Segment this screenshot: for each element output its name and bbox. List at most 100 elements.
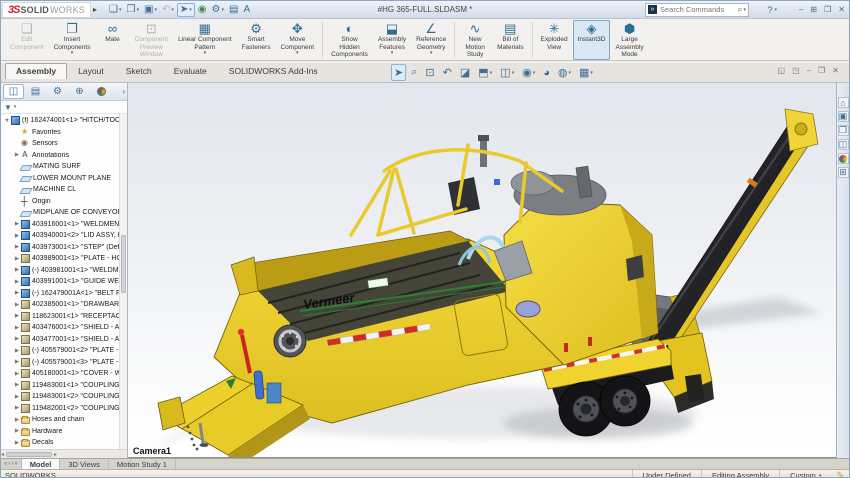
viewport-3d-model[interactable]: Vermeer <box>128 83 836 457</box>
tree-item[interactable]: ▶119482001<2> "COUPLING <box>1 403 127 415</box>
assembly-features-button[interactable]: ⬓AssemblyFeatures▾ <box>373 20 411 60</box>
tree-item[interactable]: ▼(f) 162474001<1> "HITCH/TOO <box>1 115 127 127</box>
expander-icon[interactable]: ▶ <box>13 336 21 342</box>
configurationmanager-tab[interactable]: ⚙ <box>47 84 68 99</box>
reference-geometry-button[interactable]: ∠ReferenceGeometry▾ <box>411 20 451 60</box>
tab-solidworks-add-ins[interactable]: SOLIDWORKS Add-Ins <box>218 63 329 79</box>
propertymanager-tab[interactable]: ▤ <box>25 84 46 99</box>
dropdown-caret-icon[interactable]: ▾ <box>119 5 122 15</box>
view-settings-button[interactable]: ▦▾ <box>576 64 596 81</box>
expander-icon[interactable]: ▶ <box>13 221 21 227</box>
panel-tabs-overflow-icon[interactable]: › <box>122 87 125 96</box>
tree-item[interactable]: Sensors <box>1 138 127 150</box>
dropdown-caret-icon[interactable]: ▾ <box>533 70 536 76</box>
dropdown-caret-icon[interactable]: ▾ <box>221 5 224 15</box>
conveyor-boom[interactable] <box>641 109 818 371</box>
pane-right-button[interactable]: ◳ <box>792 66 800 75</box>
expander-icon[interactable]: ▶ <box>13 405 21 411</box>
options-button[interactable]: ⚙▾ <box>210 3 226 17</box>
doc-tab-model[interactable]: Model <box>22 459 61 469</box>
dropdown-caret-icon[interactable]: ▾ <box>154 5 157 15</box>
new-file-button[interactable]: ❏▾ <box>107 3 123 17</box>
search-dropdown-icon[interactable]: ▾ <box>743 7 746 13</box>
dropdown-caret-icon[interactable]: ▾ <box>204 51 207 56</box>
graphics-viewport[interactable]: Vermeer <box>128 83 836 458</box>
expander-icon[interactable]: ▶ <box>13 313 21 319</box>
display-style-button[interactable]: ◫▾ <box>497 64 517 81</box>
expander-icon[interactable]: ▶ <box>13 256 21 262</box>
expander-icon[interactable]: ▼ <box>3 118 11 124</box>
custom-properties-tab[interactable]: ⊞ <box>838 167 849 178</box>
tree-item[interactable]: ▶Annotations <box>1 150 127 162</box>
format-button[interactable]: A <box>241 3 252 17</box>
tree-item[interactable]: ▶405180001<1> "COVER - W <box>1 368 127 380</box>
dropdown-caret-icon[interactable]: ▾ <box>430 51 433 56</box>
doc-tab-3d-views[interactable]: 3D Views <box>60 459 109 469</box>
tree-item[interactable]: ▶(-) 405579001<2> "PLATE - <box>1 345 127 357</box>
tab-assembly[interactable]: Assembly <box>5 63 67 79</box>
scroll-left-icon[interactable]: ◂ <box>1 451 4 458</box>
expander-icon[interactable]: ▶ <box>13 348 21 354</box>
tree-item[interactable]: ▶403973001<1> "STEP" (Def <box>1 242 127 254</box>
edit-appearance-button[interactable]: ◕ <box>540 65 553 81</box>
zoom-to-fit-button[interactable]: ⌕ <box>408 64 420 81</box>
expander-icon[interactable]: ▶ <box>13 394 21 400</box>
large-assembly-mode-button[interactable]: ⬢LargeAssemblyMode <box>610 20 648 60</box>
appearances-scenes-tab[interactable] <box>838 153 849 164</box>
search-input[interactable] <box>660 5 737 14</box>
filter-dropdown-icon[interactable]: ▾ <box>14 104 17 110</box>
dropdown-caret-icon[interactable]: ▾ <box>512 70 515 76</box>
search-commands[interactable]: » ⌕ ▾ <box>645 3 749 17</box>
tree-item[interactable]: ▶119483001<2> "COUPLING <box>1 391 127 403</box>
tree-item[interactable]: MATING SURF <box>1 161 127 173</box>
pane-left-button[interactable]: ◱ <box>778 66 786 75</box>
hide-show-items-button[interactable]: ◉▾ <box>519 64 538 81</box>
bill-of-materials-button[interactable]: ▤Bill ofMaterials <box>492 20 528 60</box>
new-window-button[interactable]: ⊞ <box>810 5 817 14</box>
doc-restore-button[interactable]: ❐ <box>818 66 825 75</box>
tree-item[interactable]: ▶Decals <box>1 437 127 449</box>
tree-item[interactable]: ▶403916001<1> "WELDMEN <box>1 219 127 231</box>
tree-item[interactable]: ▶403989001<1> "PLATE - HO <box>1 253 127 265</box>
file-properties-button[interactable]: ▤ <box>227 3 240 17</box>
view-orientation-button[interactable]: ⬒▾ <box>475 64 495 81</box>
expander-icon[interactable]: ▶ <box>13 359 21 365</box>
tree-vertical-scrollbar[interactable] <box>119 114 127 449</box>
tree-item[interactable]: ▶119483001<1> "COUPLING <box>1 380 127 392</box>
tree-item[interactable]: ▶(-) 403981001<1> "WELDM <box>1 265 127 277</box>
dropdown-caret-icon[interactable]: ▾ <box>490 70 493 76</box>
show-hidden-components-button[interactable]: ◐ShowHiddenComponents <box>326 20 373 60</box>
doc-minimize-button[interactable]: – <box>807 66 811 75</box>
expander-icon[interactable]: ▶ <box>13 233 21 239</box>
expander-icon[interactable]: ▶ <box>13 382 21 388</box>
filter-icon[interactable]: ▼ <box>4 103 12 112</box>
expander-icon[interactable]: ▶ <box>13 371 21 377</box>
expander-icon[interactable]: ▶ <box>13 267 21 273</box>
open-file-button[interactable]: ❒▾ <box>125 3 141 17</box>
tab-scroll-button-2[interactable]: › <box>11 461 13 467</box>
tree-item[interactable]: ▶118623001<1> "RECEPTAC <box>1 311 127 323</box>
expander-icon[interactable]: ▶ <box>13 417 21 423</box>
featuremanager-tab[interactable]: ◫ <box>3 84 24 99</box>
solidworks-logo[interactable]: 3S SOLIDWORKS <box>2 2 91 18</box>
view-palette-tab[interactable]: ◫ <box>838 139 849 150</box>
tree-horizontal-scrollbar[interactable]: ◂ ▸ <box>1 449 127 458</box>
doc-close-button[interactable]: ✕ <box>832 66 839 75</box>
mate-button[interactable]: ∞Mate <box>95 20 129 60</box>
dropdown-caret-icon[interactable]: ▾ <box>391 51 394 56</box>
save-button[interactable]: ▣▾ <box>142 3 159 17</box>
tree-item[interactable]: ▶Hardware <box>1 426 127 438</box>
tree-item[interactable]: ▶403991001<1> "GUIDE WEL <box>1 276 127 288</box>
dropdown-caret-icon[interactable]: ▾ <box>171 5 174 15</box>
smart-fasteners-button[interactable]: ⚙SmartFasteners <box>237 20 276 60</box>
expander-icon[interactable]: ▶ <box>13 279 21 285</box>
dropdown-caret-icon[interactable]: ▾ <box>296 51 299 56</box>
help-dropdown-icon[interactable]: ▾ <box>774 7 777 13</box>
tree-item[interactable]: ▶403940001<2> "LID ASSY, H <box>1 230 127 242</box>
instant3d-button[interactable]: ◈Instant3D <box>573 20 611 60</box>
close-button[interactable]: ✕ <box>838 5 845 14</box>
tab-layout[interactable]: Layout <box>67 63 115 79</box>
dropdown-caret-icon[interactable]: ▾ <box>136 5 139 15</box>
tree-item[interactable]: MIDPLANE OF CONVEYOR <box>1 207 127 219</box>
tree-item[interactable]: LOWER MOUNT PLANE <box>1 173 127 185</box>
